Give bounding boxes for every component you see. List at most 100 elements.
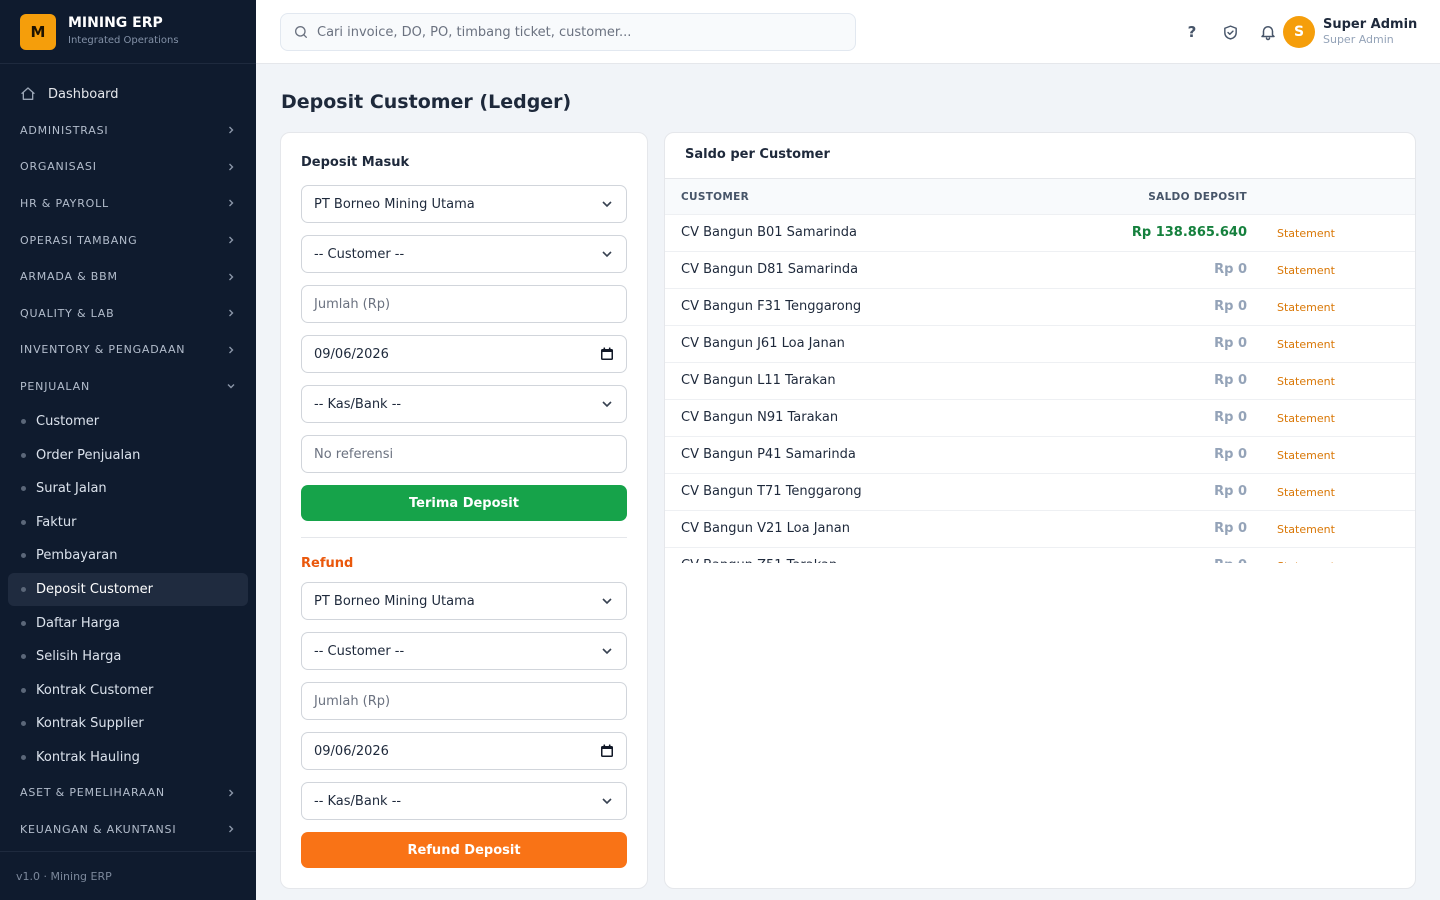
customer-name: CV Bangun L11 Tarakan: [681, 373, 836, 388]
table-row: CV Bangun J61 Loa Janan Rp 0 Statement: [665, 326, 1415, 363]
help-icon[interactable]: ?: [1180, 20, 1204, 44]
sidebar-section-penjualan[interactable]: PENJUALAN: [0, 368, 256, 405]
shield-icon[interactable]: [1218, 20, 1242, 44]
statement-link[interactable]: Statement: [1277, 338, 1335, 351]
customer-name: CV Bangun D81 Samarinda: [681, 262, 859, 277]
input-placeholder: Jumlah (Rp): [314, 296, 391, 312]
sidebar-item-kontrak-hauling[interactable]: Kontrak Hauling: [8, 741, 248, 775]
sidebar-section-administrasi[interactable]: ADMINISTRASI: [0, 112, 256, 149]
date-value: 09/06/2026: [314, 346, 389, 362]
sidebar-item-deposit-customer[interactable]: Deposit Customer: [8, 572, 248, 607]
sidebar-section-quality-lab[interactable]: QUALITY & LAB: [0, 295, 256, 332]
home-icon: [21, 87, 35, 100]
calendar-icon[interactable]: [600, 744, 614, 758]
sidebar-section-label: ASET & PEMELIHARAAN: [20, 786, 165, 800]
statement-link[interactable]: Statement: [1277, 560, 1335, 563]
refund-kasbank-select[interactable]: -- Kas/Bank --: [301, 782, 627, 820]
sidebar-item-label: Daftar Harga: [36, 615, 120, 631]
statement-link[interactable]: Statement: [1277, 375, 1335, 388]
saldo-amount: Rp 138.865.640: [1131, 225, 1247, 240]
deposit-reference-input[interactable]: No referensi: [301, 435, 627, 473]
customer-name: CV Bangun V21 Loa Janan: [681, 521, 850, 536]
sidebar-section-label: ADMINISTRASI: [20, 123, 109, 137]
sidebar-nav: Dashboard ADMINISTRASI ORGANISASI HR & PAY…: [0, 76, 256, 847]
statement-link[interactable]: Statement: [1277, 486, 1335, 499]
table-row: CV Bangun B01 Samarinda Rp 138.865.640 Sta…: [665, 215, 1415, 252]
sidebar-item-faktur[interactable]: Faktur: [8, 506, 248, 540]
deposit-customer-select[interactable]: -- Customer --: [301, 235, 627, 273]
deposit-amount-input[interactable]: Jumlah (Rp): [301, 285, 627, 323]
statement-link[interactable]: Statement: [1277, 264, 1335, 277]
chevron-down-icon: [602, 401, 612, 408]
refund-company-select[interactable]: PT Borneo Mining Utama: [301, 582, 627, 620]
table-row: CV Bangun V21 Loa Janan Rp 0 Statement: [665, 511, 1415, 548]
sidebar-section-keuangan-akuntansi[interactable]: KEUANGAN & AKUNTANSI: [0, 811, 256, 848]
sidebar-item-label: Pembayaran: [36, 548, 118, 564]
statement-link[interactable]: Statement: [1277, 449, 1335, 462]
saldo-amount: Rp 0: [1214, 299, 1247, 314]
date-value: 09/06/2026: [314, 743, 389, 759]
refund-customer-select[interactable]: -- Customer --: [301, 632, 627, 670]
sidebar-section-label: QUALITY & LAB: [20, 306, 115, 320]
refund-amount-input[interactable]: Jumlah (Rp): [301, 682, 627, 720]
sidebar-item-customer[interactable]: Customer: [8, 405, 248, 439]
sidebar-section-operasi-tambang[interactable]: OPERASI TAMBANG: [0, 222, 256, 259]
column-header-saldo: SALDO DEPOSIT: [1148, 191, 1247, 203]
sidebar-section-hr-payroll[interactable]: HR & PAYROLL: [0, 185, 256, 222]
sidebar-section-label: ARMADA & BBM: [20, 270, 118, 284]
form-divider: [301, 537, 627, 538]
receive-deposit-button[interactable]: Terima Deposit: [301, 485, 627, 521]
brand: M MINING ERP Integrated Operations: [0, 0, 256, 64]
refund-deposit-button[interactable]: Refund Deposit: [301, 832, 627, 868]
statement-link[interactable]: Statement: [1277, 301, 1335, 314]
chevron-right-icon: [229, 126, 234, 134]
saldo-amount: Rp 0: [1214, 410, 1247, 425]
sidebar-section-organisasi[interactable]: ORGANISASI: [0, 149, 256, 186]
statement-link[interactable]: Statement: [1277, 227, 1335, 240]
calendar-icon[interactable]: [600, 347, 614, 361]
customer-name: CV Bangun B01 Samarinda: [681, 225, 857, 240]
global-search[interactable]: [280, 13, 856, 51]
sidebar-section-aset-pemeliharaan[interactable]: ASET & PEMELIHARAAN: [0, 774, 256, 811]
saldo-amount: Rp 0: [1214, 262, 1247, 277]
chevron-right-icon: [229, 273, 234, 281]
sidebar-item-kontrak-customer[interactable]: Kontrak Customer: [8, 674, 248, 708]
top-header: ? S Super Admin Super Admin: [256, 0, 1440, 64]
sidebar-item-order-penjualan[interactable]: Order Penjualan: [8, 438, 248, 472]
saldo-amount: Rp 0: [1214, 558, 1247, 563]
table-row: CV Bangun L11 Tarakan Rp 0 Statement: [665, 363, 1415, 400]
select-value: -- Kas/Bank --: [314, 396, 402, 412]
refund-date-input[interactable]: 09/06/2026: [301, 732, 627, 770]
sidebar-item-dashboard[interactable]: Dashboard: [8, 76, 248, 112]
sidebar-item-kontrak-supplier[interactable]: Kontrak Supplier: [8, 707, 248, 741]
user-role: Super Admin: [1323, 33, 1394, 46]
chevron-right-icon: [229, 199, 234, 207]
saldo-amount: Rp 0: [1214, 447, 1247, 462]
table-row: CV Bangun T71 Tenggarong Rp 0 Statement: [665, 474, 1415, 511]
chevron-down-icon: [602, 251, 612, 258]
sidebar-item-daftar-harga[interactable]: Daftar Harga: [8, 606, 248, 640]
sidebar-item-surat-jalan[interactable]: Surat Jalan: [8, 472, 248, 506]
sidebar-item-label: Kontrak Customer: [36, 682, 154, 698]
deposit-date-input[interactable]: 09/06/2026: [301, 335, 627, 373]
sidebar-item-label: Deposit Customer: [36, 582, 153, 598]
sidebar-item-selisih-harga[interactable]: Selisih Harga: [8, 640, 248, 674]
page-title: Deposit Customer (Ledger): [281, 91, 572, 113]
statement-link[interactable]: Statement: [1277, 523, 1335, 536]
chevron-down-icon: [602, 798, 612, 805]
deposit-kasbank-select[interactable]: -- Kas/Bank --: [301, 385, 627, 423]
sidebar-section-armada-bbm[interactable]: ARMADA & BBM: [0, 258, 256, 295]
table-row: CV Bangun N91 Tarakan Rp 0 Statement: [665, 400, 1415, 437]
chevron-right-icon: [229, 789, 234, 797]
sidebar-section-inventory-pengadaan[interactable]: INVENTORY & PENGADAAN: [0, 332, 256, 369]
sidebar-item-label: Kontrak Hauling: [36, 749, 140, 765]
user-menu[interactable]: S Super Admin Super Admin: [1283, 16, 1417, 48]
select-value: -- Customer --: [314, 643, 405, 659]
deposit-form-card: Deposit Masuk PT Borneo Mining Utama -- …: [280, 132, 648, 889]
search-input[interactable]: [317, 24, 837, 40]
sidebar-item-label: Selisih Harga: [36, 649, 122, 665]
sidebar-item-pembayaran[interactable]: Pembayaran: [8, 539, 248, 573]
deposit-company-select[interactable]: PT Borneo Mining Utama: [301, 185, 627, 223]
bell-icon[interactable]: [1256, 20, 1280, 44]
statement-link[interactable]: Statement: [1277, 412, 1335, 425]
